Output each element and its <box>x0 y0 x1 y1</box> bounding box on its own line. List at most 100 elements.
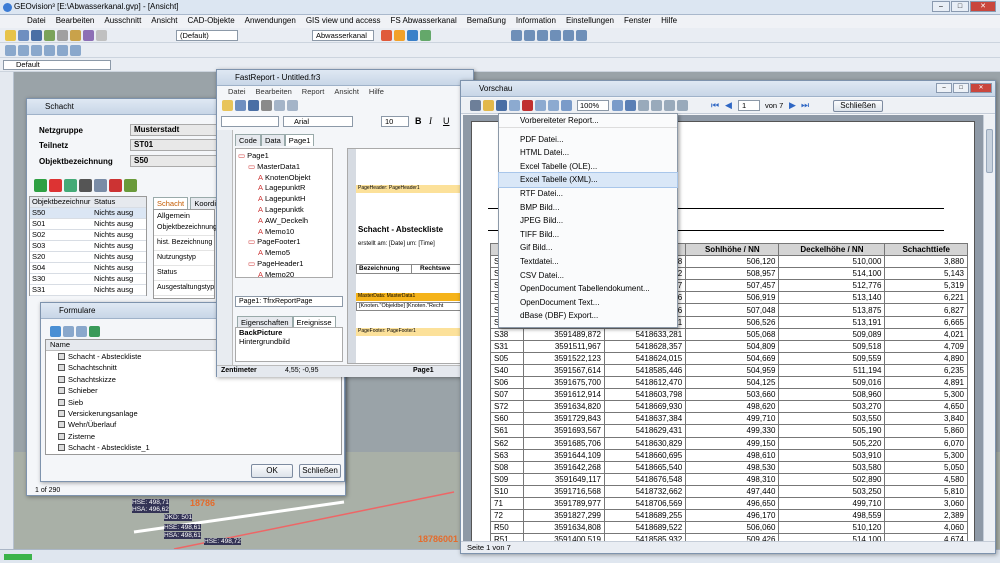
print-icon[interactable] <box>44 30 55 41</box>
table-row[interactable]: S03 Nichts ausg <box>30 241 146 252</box>
menu-item[interactable]: Anwendungen <box>240 15 301 28</box>
tree-node[interactable]: A Memo10 <box>238 227 330 238</box>
export-menu-item[interactable]: PDF Datei... <box>499 133 677 147</box>
menu-item[interactable]: FS Abwasserkanal <box>386 15 462 28</box>
tree-node[interactable]: A Memo5 <box>238 248 330 259</box>
layer-select[interactable]: Abwasserkanal <box>312 30 374 41</box>
vertical-scrollbar[interactable] <box>983 115 995 541</box>
print-icon[interactable] <box>470 100 481 111</box>
undo-icon[interactable] <box>96 30 107 41</box>
grid-tool-icon[interactable] <box>420 30 431 41</box>
export-menu-item[interactable]: RTF Datei... <box>499 187 677 201</box>
next-page-icon[interactable]: ▶ <box>789 100 796 111</box>
line-tool-icon[interactable] <box>407 30 418 41</box>
copy-icon[interactable] <box>70 30 81 41</box>
tree-node[interactable]: A AW_Deckelh <box>238 216 330 227</box>
table-row[interactable]: S02 Nichts ausg <box>30 230 146 241</box>
fr-menu-item[interactable]: Ansicht <box>329 86 364 97</box>
prop-row[interactable]: hist. Bezeichnung <box>154 236 214 251</box>
export-menu-item[interactable]: Gif Bild... <box>499 241 677 255</box>
report-tool-icon[interactable] <box>550 30 561 41</box>
open-icon[interactable] <box>18 30 29 41</box>
netzgruppe-field[interactable]: Musterstadt <box>130 124 230 136</box>
save-icon[interactable] <box>31 30 42 41</box>
zoom-select[interactable]: 100% <box>577 100 609 111</box>
menu-item[interactable]: Bemaßung <box>462 15 511 28</box>
fr-open-icon[interactable] <box>235 100 246 111</box>
prop-row[interactable]: Objektbezeichnung <box>154 221 217 236</box>
polyline-icon[interactable] <box>31 45 42 56</box>
tab-page1[interactable]: Page1 <box>284 134 315 146</box>
snap-icon[interactable] <box>5 45 16 56</box>
tab-data[interactable]: Data <box>260 134 285 146</box>
fr-save-icon[interactable] <box>248 100 259 111</box>
delete-icon[interactable] <box>49 179 62 192</box>
list-item[interactable]: Schacht - Absteckliste_1 <box>46 442 341 453</box>
edit-page-icon[interactable] <box>664 100 675 111</box>
pdf-icon[interactable] <box>522 100 533 111</box>
menu-item[interactable]: Hilfe <box>656 15 682 28</box>
settings-icon[interactable] <box>677 100 688 111</box>
export-menu-item[interactable]: OpenDocument Text... <box>499 296 677 310</box>
fr-size-select[interactable]: 10 <box>381 116 409 127</box>
table-row[interactable]: S01 Nichts ausg <box>30 219 146 230</box>
fr-copy-icon[interactable] <box>287 100 298 111</box>
table-row[interactable]: S04 Nichts ausg <box>30 263 146 274</box>
new-form-icon[interactable] <box>50 326 61 337</box>
email-icon[interactable] <box>535 100 546 111</box>
query-tool-icon[interactable] <box>537 30 548 41</box>
export-menu-item[interactable]: Excel Tabelle (OLE)... <box>499 160 677 174</box>
select-icon[interactable] <box>79 179 92 192</box>
tree-node[interactable]: ▭ PageFooter1 <box>238 237 330 248</box>
style-select[interactable]: Default <box>3 60 111 70</box>
last-page-icon[interactable]: ⏭ <box>801 100 809 111</box>
cut-icon[interactable] <box>57 30 68 41</box>
prev-page-icon[interactable]: ◀ <box>725 100 732 111</box>
band-created[interactable]: erstellt am: [Date] um: [Time] <box>358 241 435 247</box>
close-icon[interactable]: ✕ <box>970 83 992 93</box>
teilnetz-field[interactable]: ST01 <box>130 139 230 151</box>
export-menu-item[interactable]: dBase (DBF) Export... <box>499 309 677 323</box>
point-icon[interactable] <box>18 45 29 56</box>
tab-code[interactable]: Code <box>235 134 261 146</box>
tree-node[interactable]: A Memo20 <box>238 270 330 281</box>
info-tool-icon[interactable] <box>511 30 522 41</box>
save-icon[interactable] <box>496 100 507 111</box>
open-icon[interactable] <box>483 100 494 111</box>
find-icon[interactable] <box>548 100 559 111</box>
fr-menu-item[interactable]: Bearbeiten <box>251 86 297 97</box>
tree-node[interactable]: A KnotenObjekt <box>238 173 330 184</box>
import-tool-icon[interactable] <box>576 30 587 41</box>
paste-icon[interactable] <box>83 30 94 41</box>
ok-button[interactable]: OK <box>251 464 293 478</box>
minimize-icon[interactable]: – <box>932 1 950 12</box>
table-row[interactable]: S30 Nichts ausg <box>30 274 146 285</box>
edit-form-icon[interactable] <box>63 326 74 337</box>
new-icon[interactable] <box>5 30 16 41</box>
page-input[interactable]: 1 <box>738 100 760 111</box>
export-menu-item[interactable]: Excel Tabelle (XML)... <box>498 172 678 188</box>
tree-node[interactable]: ▭ PageHeader1 <box>238 259 330 270</box>
fr-new-icon[interactable] <box>222 100 233 111</box>
maximize-icon[interactable]: □ <box>953 83 969 93</box>
close-icon[interactable]: ✕ <box>970 1 996 12</box>
menu-item[interactable]: Ansicht <box>146 15 182 28</box>
layer-tool-icon[interactable] <box>381 30 392 41</box>
search-icon[interactable] <box>94 179 107 192</box>
band-footer[interactable]: PageFooter: PageFooter1 <box>356 328 470 336</box>
bold-icon[interactable]: B <box>415 116 422 126</box>
export-form-icon[interactable] <box>89 326 100 337</box>
export-menu-item[interactable]: OpenDocument Tabellendokument... <box>499 282 677 296</box>
prop-row[interactable]: Status <box>154 266 214 281</box>
full-page-icon[interactable] <box>625 100 636 111</box>
minimize-icon[interactable]: – <box>936 83 952 93</box>
list-item[interactable]: Schieber <box>46 385 341 396</box>
export-menu-item[interactable]: Textdatei... <box>499 255 677 269</box>
export-menu-item[interactable]: CSV Datei... <box>499 269 677 283</box>
grid-col-header[interactable]: Objektbezeichnur <box>30 197 92 207</box>
objekt-field[interactable]: S50 <box>130 155 230 167</box>
design-surface[interactable]: PageHeader: PageHeader1 Schacht - Abstec… <box>347 148 471 364</box>
tree-node[interactable]: A LagepunktR <box>238 183 330 194</box>
tree-node[interactable]: A LagepunktH <box>238 194 330 205</box>
tree-node[interactable]: A Lagepunktk <box>238 205 330 216</box>
